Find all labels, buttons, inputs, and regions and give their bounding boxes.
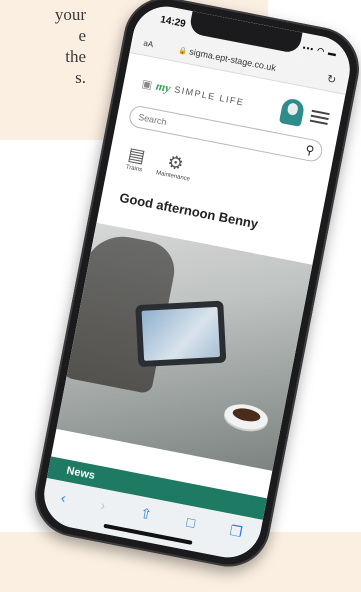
- background-text-line: e: [78, 26, 86, 45]
- status-time: 14:29: [159, 14, 187, 30]
- menu-icon[interactable]: [309, 107, 330, 128]
- status-icons: ▪▪▪ ◠ ▬: [301, 42, 338, 59]
- hero-coffee-cup: [222, 400, 271, 433]
- train-logo-icon: ▣: [140, 77, 154, 92]
- background-text: your e the s.: [6, 4, 86, 88]
- header-actions: [278, 97, 331, 132]
- logo-text: SIMPLE LIFE: [173, 84, 246, 108]
- site-logo[interactable]: ▣ my SIMPLE LIFE: [141, 75, 246, 110]
- tile-maintenance[interactable]: ⚙ Maintenance: [155, 149, 194, 182]
- reload-icon[interactable]: ↻: [326, 72, 338, 87]
- background-text-line: your: [54, 5, 86, 24]
- tabs-icon[interactable]: ❐: [228, 522, 243, 541]
- lock-icon: 🔒: [177, 47, 188, 56]
- avatar[interactable]: [278, 97, 306, 127]
- bookmarks-icon[interactable]: □: [185, 514, 196, 531]
- background-text-line: the: [65, 47, 86, 66]
- tile-trains[interactable]: ▤ Trains: [125, 143, 147, 174]
- hero-image: [56, 222, 313, 471]
- logo-my: my: [154, 78, 172, 95]
- back-icon[interactable]: ‹: [60, 489, 68, 506]
- train-icon: ▤: [126, 143, 147, 167]
- text-size-button[interactable]: aA: [143, 38, 154, 49]
- share-icon[interactable]: ⇧: [139, 505, 154, 524]
- forward-icon[interactable]: ›: [99, 497, 107, 514]
- maintenance-icon: ⚙: [165, 151, 186, 175]
- hero-tablet: [135, 300, 227, 368]
- background-text-line: s.: [75, 68, 86, 87]
